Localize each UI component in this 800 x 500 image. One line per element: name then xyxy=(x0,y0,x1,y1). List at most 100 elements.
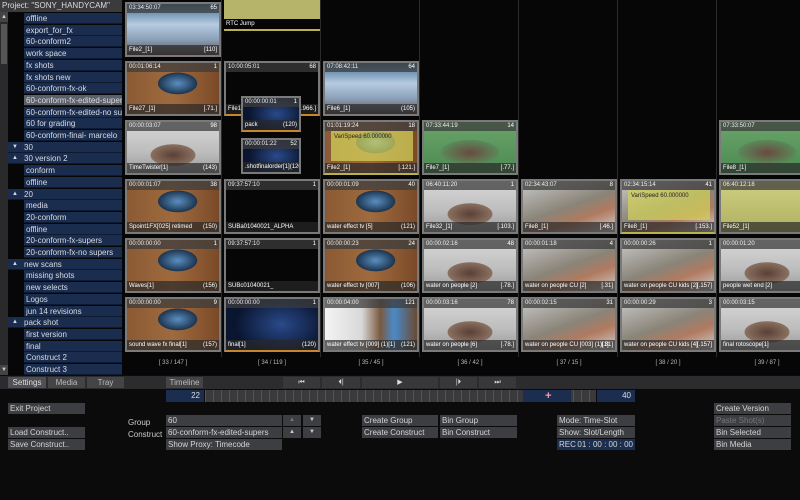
create-version-button[interactable]: Create Version xyxy=(714,403,791,414)
clip-thumbnail[interactable]: 00:01:06:14 1 File27_[1] [.71.] xyxy=(125,61,221,116)
sidebar-item[interactable]: 20-conform xyxy=(24,211,122,223)
sidebar-item[interactable]: jun 14 revisions xyxy=(24,305,122,317)
go-to-start-icon[interactable]: ⏮ xyxy=(283,377,320,388)
timeline-scrubber[interactable]: + xyxy=(205,390,596,402)
clip-thumbnail[interactable]: 06:40:12:18 File52_[1] xyxy=(719,179,800,234)
sidebar-item[interactable]: export_for_fx xyxy=(24,24,122,36)
sidebar-group[interactable]: ▲ new scans xyxy=(8,258,122,270)
clip-thumbnail[interactable]: 06:40:11:20 1 File32_[1] [.103.] xyxy=(422,179,518,234)
play-icon[interactable]: ▶ xyxy=(362,377,438,388)
go-to-end-icon[interactable]: ⏭ xyxy=(479,377,516,388)
clip-thumbnail[interactable]: 00:00:03:07 98 TimeTwister[1] (143) xyxy=(125,120,221,175)
sidebar-item[interactable]: 60-conform-final- marcelo xyxy=(24,130,122,141)
group-field[interactable]: 60 xyxy=(166,415,282,426)
sidebar-group[interactable]: ▼ 30 xyxy=(8,141,122,153)
clip-thumbnail[interactable]: 07:33:44:19 14 File7_[1] [.77.] xyxy=(422,120,518,175)
bin-media-button[interactable]: Bin Media xyxy=(714,439,791,450)
clip-thumbnail[interactable]: 01:01:19:24 18 VariSpeed 60.000000 File2_[1… xyxy=(323,120,419,175)
expand-up-icon[interactable]: ▲ xyxy=(12,189,18,199)
collapse-down-icon[interactable]: ▼ xyxy=(12,142,18,152)
tab-media[interactable]: Media xyxy=(48,377,85,388)
show-button[interactable]: Show: Slot/Length xyxy=(557,427,635,438)
paste-shots-button[interactable]: Paste Shot(s) xyxy=(714,415,791,426)
clip-thumbnail[interactable]: 00:00:01:22 52 .shotfinalorder[1](120) xyxy=(241,137,301,174)
clip-thumbnail[interactable]: 00:00:01:07 38 Spoint1FX[025] retimed (150) xyxy=(125,179,221,234)
sidebar-item[interactable]: 60-conform-fx-edited-no sup.. xyxy=(24,106,122,118)
clip-thumbnail[interactable]: 00:00:04:00 121 water effect tv [009] (1)[… xyxy=(323,297,419,352)
sidebar-item[interactable]: 60-conform-fx-edited-supers xyxy=(24,94,122,106)
save-construct-button[interactable]: Save Construct.. xyxy=(8,439,85,450)
tab-settings[interactable]: Settings xyxy=(8,377,46,388)
construct-up-icon[interactable]: ▲ xyxy=(283,427,301,438)
construct-down-icon[interactable]: ▼ xyxy=(303,427,321,438)
show-proxy-button[interactable]: Show Proxy: Timecode xyxy=(166,439,282,450)
sidebar-item[interactable]: Logos xyxy=(24,293,122,305)
sidebar-item[interactable]: fx shots new xyxy=(24,71,122,83)
create-group-button[interactable]: Create Group xyxy=(362,415,438,426)
sidebar-item[interactable]: Construct 3 xyxy=(24,364,122,375)
sidebar-item[interactable]: conform xyxy=(24,165,122,177)
sidebar-item[interactable]: final xyxy=(24,340,122,352)
clip-thumbnail[interactable]: 00:00:02:16 48 water on people [2] [.78.] xyxy=(422,238,518,293)
timeline-button[interactable]: Timeline xyxy=(166,377,203,388)
sidebar-item[interactable]: offline xyxy=(24,176,122,188)
sidebar-item[interactable]: offline xyxy=(24,223,122,235)
sidebar-item[interactable]: new selects xyxy=(24,282,122,294)
clip-thumbnail[interactable]: 00:00:00:00 1 Waves[1] (156) xyxy=(125,238,221,293)
rec-timecode[interactable]: REC 01 : 00 : 00 : 00 xyxy=(557,439,635,450)
sidebar-item[interactable]: first version xyxy=(24,328,122,340)
sidebar-group[interactable]: ▲ pack shot xyxy=(8,317,122,329)
clip-thumbnail[interactable]: 00:00:01:09 40 water effect tv [5] (121) xyxy=(323,179,419,234)
sidebar-scrollbar[interactable]: ▲ ▼ xyxy=(0,12,8,375)
sidebar-group[interactable]: ▲ 30 version 2 xyxy=(8,153,122,165)
expand-up-icon[interactable]: ▲ xyxy=(12,259,18,269)
clip-thumbnail[interactable]: 07:08:42:11 64 File6_[1] (105) xyxy=(323,61,419,116)
sidebar-item[interactable]: media xyxy=(24,200,122,212)
sidebar-item[interactable]: 60-conform-fx-ok xyxy=(24,83,122,95)
clip-thumbnail[interactable]: 09:37:57:10 1 SUBa01040021_ALPHA xyxy=(224,179,320,234)
clip-thumbnail[interactable]: 09:37:57:10 1 SUBc01040021_ xyxy=(224,238,320,293)
sidebar-item[interactable]: work space xyxy=(24,48,122,60)
bin-group-button[interactable]: Bin Group xyxy=(440,415,517,426)
group-down-icon[interactable]: ▼ xyxy=(303,415,321,426)
clip-thumbnail[interactable]: 00:00:03:15 final rotoscope[1] xyxy=(719,297,800,352)
scroll-up-icon[interactable]: ▲ xyxy=(0,12,8,22)
sidebar-item[interactable]: missing shots xyxy=(24,270,122,282)
clip-thumbnail[interactable]: 00:00:00:29 3 water on people CU kids [4][… xyxy=(620,297,716,352)
expand-up-icon[interactable]: ▲ xyxy=(12,317,18,327)
mode-button[interactable]: Mode: Time-Slot xyxy=(557,415,635,426)
clip-thumbnail[interactable]: 00:00:00:23 24 water effect tv [007] (106) xyxy=(323,238,419,293)
bin-selected-button[interactable]: Bin Selected xyxy=(714,427,791,438)
clip-thumbnail[interactable]: 02:34:43:07 8 File8_[1] [.46.] xyxy=(521,179,617,234)
clip-thumbnail[interactable]: 119RTC Jump xyxy=(224,0,320,31)
step-back-icon[interactable]: ⏴| xyxy=(322,377,360,388)
tab-tray[interactable]: Tray xyxy=(87,377,124,388)
sidebar-item[interactable]: 60 for grading xyxy=(24,118,122,130)
clip-thumbnail[interactable]: 00:00:00:00 9 sound wave fx final[1] (157) xyxy=(125,297,221,352)
bin-construct-button[interactable]: Bin Construct xyxy=(440,427,517,438)
create-construct-button[interactable]: Create Construct xyxy=(362,427,438,438)
clip-thumbnail[interactable]: 00:00:00:26 1 water on people CU kids [2][… xyxy=(620,238,716,293)
load-construct-button[interactable]: Load Construct.. xyxy=(8,427,85,438)
sidebar-item[interactable]: offline xyxy=(24,13,122,24)
sidebar-item[interactable]: 20-conform-fx-no supers xyxy=(24,247,122,258)
sidebar-item[interactable]: 20-conform-fx-supers xyxy=(24,235,122,247)
construct-field[interactable]: 60-conform-fx-edited-supers xyxy=(166,427,282,438)
clip-thumbnail[interactable]: 00:00:02:15 31 water on people CU [003] (1… xyxy=(521,297,617,352)
exit-project-button[interactable]: Exit Project xyxy=(8,403,85,414)
clip-thumbnail[interactable]: 00:00:01:20 people wet end [2] xyxy=(719,238,800,293)
clip-thumbnail[interactable]: 02:34:15:14 41 VariSpeed 60.000000 File8_[1… xyxy=(620,179,716,234)
group-up-icon[interactable]: ▲ xyxy=(283,415,301,426)
clip-thumbnail[interactable]: 00:00:03:16 78 water on people [6] [.78.] xyxy=(422,297,518,352)
clip-thumbnail[interactable]: 03:34:50:07 65 File2_[1] [110] xyxy=(125,2,221,57)
clip-thumbnail[interactable]: 00:00:01:18 4 water on people CU [2] [.31] xyxy=(521,238,617,293)
clip-thumbnail[interactable]: 00:00:00:01 1 pack (120) xyxy=(241,96,301,133)
clip-thumbnail[interactable]: 00:00:00:00 1 final[1] (120) xyxy=(224,297,320,352)
expand-up-icon[interactable]: ▲ xyxy=(12,153,18,163)
sidebar-item[interactable]: 60-conform2 xyxy=(24,36,122,48)
clip-thumbnail[interactable]: 07:33:50:07 File8_[1] xyxy=(719,120,800,175)
sidebar-item[interactable]: Construct 2 xyxy=(24,352,122,364)
scroll-down-icon[interactable]: ▼ xyxy=(0,365,8,375)
sidebar-item[interactable]: fx shots xyxy=(24,59,122,71)
step-forward-icon[interactable]: |⏵ xyxy=(440,377,477,388)
